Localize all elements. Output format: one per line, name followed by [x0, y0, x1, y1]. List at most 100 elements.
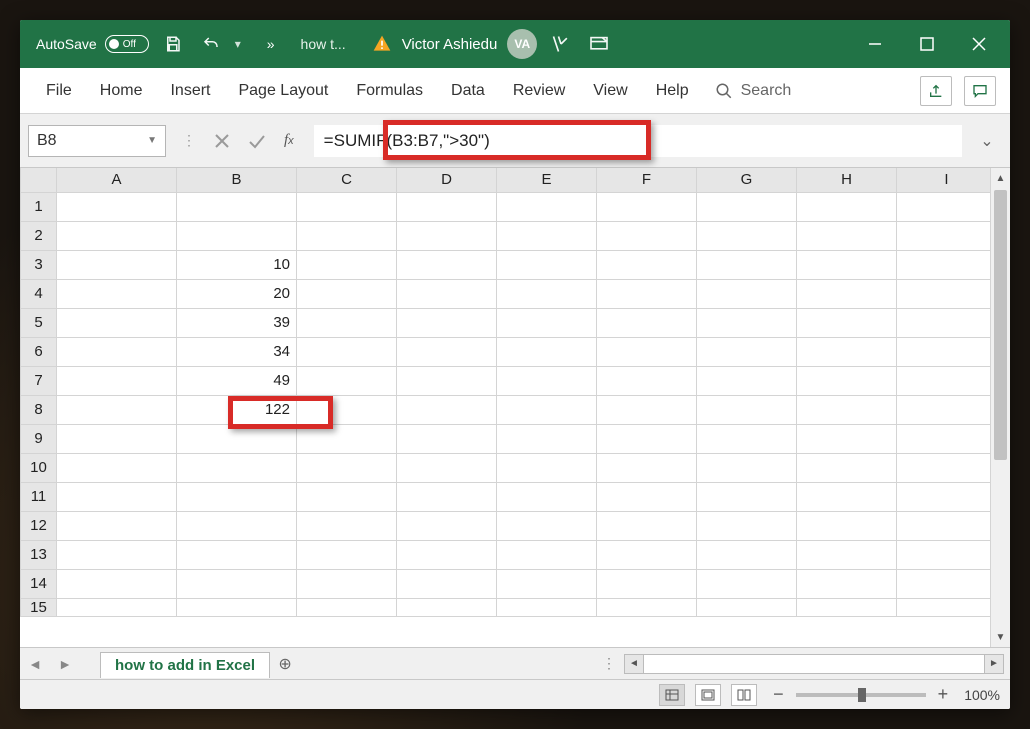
cell[interactable] — [697, 598, 797, 616]
cell[interactable] — [297, 424, 397, 453]
cell[interactable] — [897, 250, 991, 279]
cell[interactable] — [397, 279, 497, 308]
cell[interactable] — [797, 424, 897, 453]
formula-expand-icon[interactable]: ⌄ — [972, 131, 1002, 151]
cell[interactable] — [497, 482, 597, 511]
row-header[interactable]: 13 — [21, 540, 57, 569]
cell[interactable]: 49 — [177, 366, 297, 395]
cell[interactable] — [897, 366, 991, 395]
cell[interactable] — [597, 511, 697, 540]
cell[interactable] — [797, 221, 897, 250]
cell[interactable] — [177, 540, 297, 569]
tab-page-layout[interactable]: Page Layout — [226, 76, 340, 106]
cell[interactable] — [697, 192, 797, 221]
maximize-button[interactable] — [904, 28, 950, 60]
cell[interactable] — [57, 511, 177, 540]
cell[interactable] — [697, 569, 797, 598]
cell[interactable] — [497, 540, 597, 569]
cell[interactable] — [57, 192, 177, 221]
cell[interactable] — [297, 540, 397, 569]
cell[interactable] — [897, 192, 991, 221]
row-header[interactable]: 5 — [21, 308, 57, 337]
cell[interactable] — [397, 424, 497, 453]
tab-insert[interactable]: Insert — [158, 76, 222, 106]
cell[interactable] — [497, 192, 597, 221]
cell[interactable] — [57, 308, 177, 337]
cell[interactable] — [397, 598, 497, 616]
cell[interactable] — [297, 279, 397, 308]
minimize-button[interactable] — [852, 28, 898, 60]
tab-home[interactable]: Home — [88, 76, 155, 106]
tab-data[interactable]: Data — [439, 76, 497, 106]
cell[interactable] — [597, 250, 697, 279]
avatar[interactable]: VA — [507, 29, 537, 59]
tab-file[interactable]: File — [34, 76, 84, 106]
cell[interactable] — [297, 192, 397, 221]
zoom-control[interactable]: − + — [767, 684, 954, 705]
cell[interactable] — [797, 366, 897, 395]
cell[interactable] — [797, 337, 897, 366]
ribbon-display-icon[interactable] — [585, 30, 613, 58]
name-box-dropdown-icon[interactable]: ▼ — [147, 135, 157, 146]
cell[interactable] — [597, 598, 697, 616]
col-header[interactable]: E — [497, 168, 597, 192]
undo-dropdown-icon[interactable]: ▾ — [235, 37, 241, 51]
cell[interactable] — [897, 453, 991, 482]
row-header[interactable]: 7 — [21, 366, 57, 395]
cell[interactable]: 39 — [177, 308, 297, 337]
cell[interactable] — [397, 453, 497, 482]
cell[interactable] — [497, 395, 597, 424]
cell[interactable] — [57, 250, 177, 279]
cell[interactable]: 20 — [177, 279, 297, 308]
cell[interactable] — [297, 598, 397, 616]
cell[interactable] — [497, 250, 597, 279]
autosave[interactable]: AutoSave Off — [28, 35, 149, 53]
row-header[interactable]: 6 — [21, 337, 57, 366]
tab-nav-next-icon[interactable]: ► — [50, 656, 80, 672]
cell[interactable] — [57, 279, 177, 308]
tab-help[interactable]: Help — [644, 76, 701, 106]
row-header[interactable]: 11 — [21, 482, 57, 511]
fx-icon[interactable]: fx — [284, 132, 294, 149]
cell[interactable]: 10 — [177, 250, 297, 279]
cell[interactable] — [497, 598, 597, 616]
cell[interactable] — [697, 337, 797, 366]
cell[interactable] — [57, 453, 177, 482]
cell[interactable] — [57, 337, 177, 366]
cell[interactable] — [497, 221, 597, 250]
cell[interactable] — [297, 511, 397, 540]
cell[interactable] — [297, 308, 397, 337]
cell[interactable]: 34 — [177, 337, 297, 366]
cell[interactable] — [397, 192, 497, 221]
name-box[interactable]: B8 ▼ — [28, 125, 166, 157]
col-header[interactable]: D — [397, 168, 497, 192]
cell[interactable] — [597, 366, 697, 395]
cell[interactable] — [177, 453, 297, 482]
cell[interactable] — [897, 540, 991, 569]
scroll-down-icon[interactable]: ▼ — [991, 627, 1010, 647]
cell[interactable] — [177, 424, 297, 453]
hscroll-track[interactable] — [644, 654, 984, 674]
cell[interactable] — [797, 453, 897, 482]
cell[interactable] — [397, 569, 497, 598]
cell[interactable] — [897, 395, 991, 424]
cell[interactable] — [397, 250, 497, 279]
cell[interactable] — [597, 337, 697, 366]
cell[interactable] — [397, 337, 497, 366]
row-header[interactable]: 3 — [21, 250, 57, 279]
cell[interactable] — [697, 424, 797, 453]
sheet-tab[interactable]: how to add in Excel — [100, 652, 270, 678]
cell[interactable] — [797, 308, 897, 337]
cell[interactable] — [497, 279, 597, 308]
cell[interactable] — [897, 598, 991, 616]
cell[interactable] — [797, 511, 897, 540]
row-header[interactable]: 12 — [21, 511, 57, 540]
cell[interactable] — [177, 482, 297, 511]
zoom-level[interactable]: 100% — [964, 687, 1000, 703]
row-header[interactable]: 1 — [21, 192, 57, 221]
cell[interactable] — [297, 250, 397, 279]
col-header[interactable]: F — [597, 168, 697, 192]
col-header[interactable]: C — [297, 168, 397, 192]
cell[interactable] — [697, 279, 797, 308]
cell[interactable] — [897, 279, 991, 308]
